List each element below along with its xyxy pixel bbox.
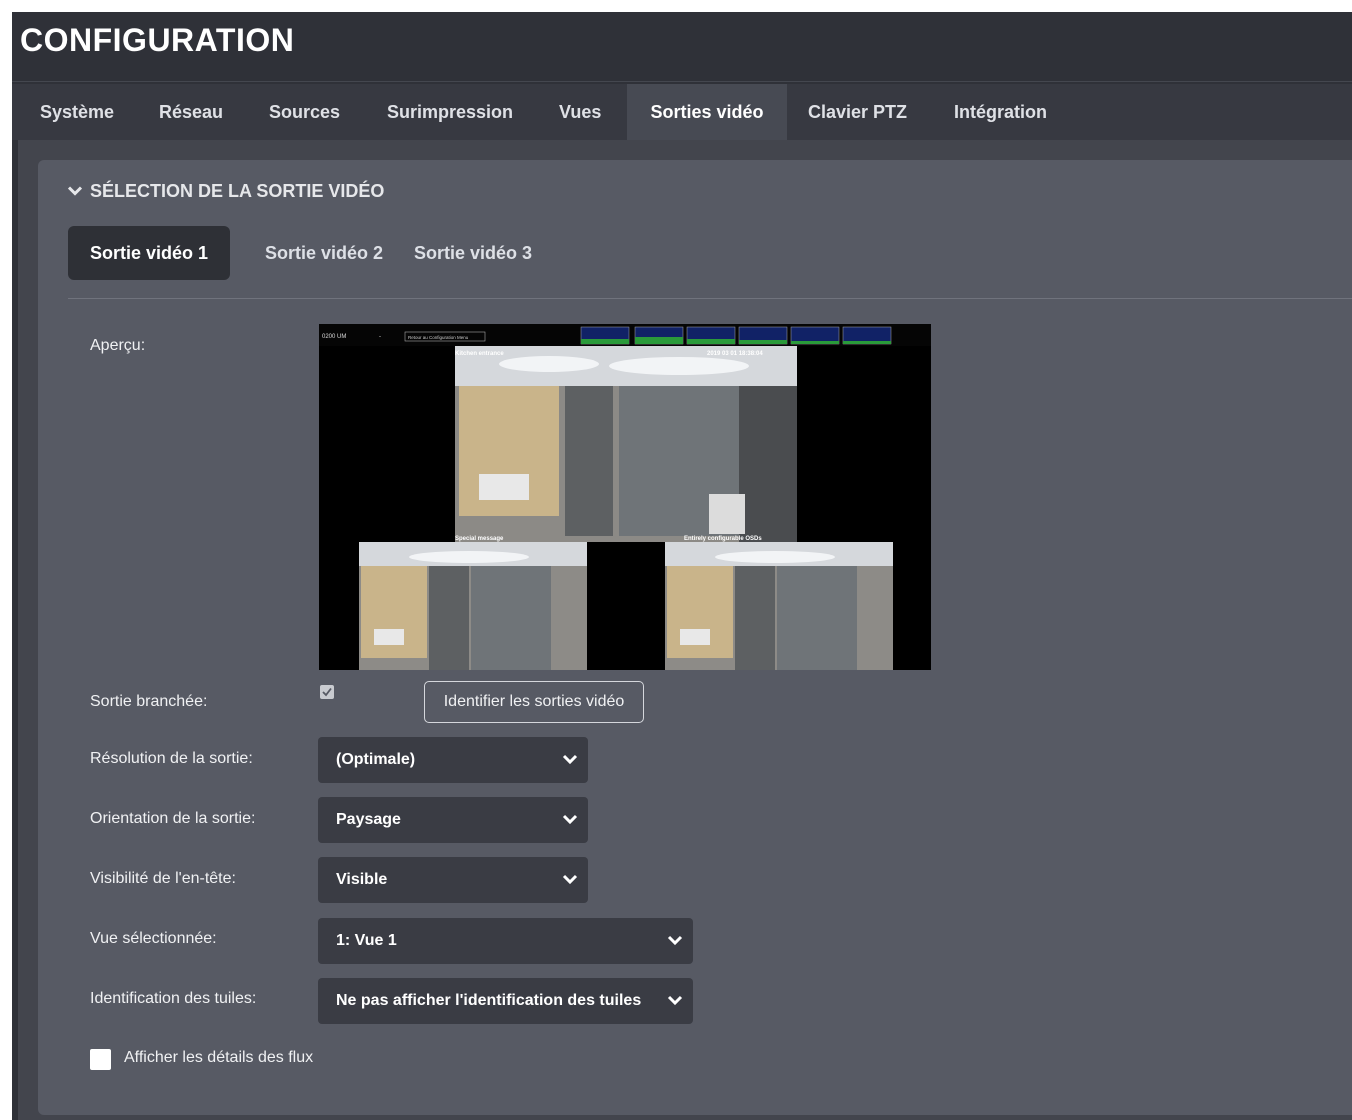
connected-label: Sortie branchée: — [90, 693, 208, 710]
identify-outputs-button[interactable]: Identifier les sorties vidéo — [424, 681, 644, 723]
preview-header-text: 0200 UM — [322, 334, 346, 340]
header-visibility-select[interactable]: Visible — [318, 857, 588, 903]
selected-view-select[interactable]: 1: Vue 1 — [318, 918, 693, 964]
section-title: SÉLECTION DE LA SORTIE VIDÉO — [90, 181, 385, 201]
main-tabs: Système Réseau Sources Surimpression Vue… — [12, 84, 1352, 140]
resolution-select[interactable]: (Optimale) — [318, 737, 588, 783]
tile-identification-value: Ne pas afficher l'identification des tui… — [336, 992, 642, 1009]
preview-tile-main: Kitchen entrance 2019 03 01 18:38:04 — [455, 346, 797, 542]
orientation-select[interactable]: Paysage — [318, 797, 588, 843]
preview-label: Aperçu: — [90, 337, 146, 354]
chevron-down-icon — [667, 935, 683, 946]
app-window: CONFIGURATION Système Réseau Sources Sur… — [12, 12, 1352, 1120]
tab-vues[interactable]: Vues — [559, 84, 601, 140]
preview-menu-button: Retour au Configuration Menu — [408, 335, 469, 340]
divider — [68, 298, 1352, 299]
tab-sources[interactable]: Sources — [269, 84, 340, 140]
tab-sorties-video[interactable]: Sorties vidéo — [627, 84, 787, 140]
preview-tile-bottom-left: Special message — [319, 536, 587, 670]
selected-view-value: 1: Vue 1 — [336, 932, 397, 949]
subtab-sortie-video-3[interactable]: Sortie vidéo 3 — [414, 226, 532, 280]
page-title: CONFIGURATION — [20, 22, 295, 58]
tile-label-osd: Entirely configurable OSDs — [684, 536, 762, 542]
tab-systeme[interactable]: Système — [40, 84, 114, 140]
resolution-label: Résolution de la sortie: — [90, 750, 253, 767]
main-content: SÉLECTION DE LA SORTIE VIDÉO Sortie vidé… — [18, 140, 1352, 1120]
chevron-down-icon — [562, 874, 578, 885]
video-preview-image: 0200 UM - Retour au Configuration Menu K… — [319, 324, 931, 670]
tab-integration[interactable]: Intégration — [954, 84, 1047, 140]
stream-details-checkbox[interactable] — [90, 1049, 111, 1070]
tile-label-kitchen: Kitchen entrance — [455, 351, 504, 357]
preview-dash: - — [379, 334, 381, 340]
chevron-down-icon — [68, 186, 82, 196]
stream-details-label: Afficher les détails des flux — [124, 1049, 314, 1066]
chevron-down-icon — [667, 995, 683, 1006]
video-output-panel: SÉLECTION DE LA SORTIE VIDÉO Sortie vidé… — [38, 160, 1352, 1115]
chevron-down-icon — [562, 814, 578, 825]
selected-view-label: Vue sélectionnée: — [90, 930, 217, 947]
title-bar: CONFIGURATION — [12, 12, 1352, 82]
connected-checkbox[interactable] — [320, 685, 334, 699]
resolution-value: (Optimale) — [336, 751, 416, 768]
tile-label-special: Special message — [455, 536, 504, 542]
chevron-down-icon — [562, 754, 578, 765]
tile-identification-select[interactable]: Ne pas afficher l'identification des tui… — [318, 978, 693, 1024]
tile-timestamp: 2019 03 01 18:38:04 — [707, 351, 763, 357]
tab-surimpression[interactable]: Surimpression — [387, 84, 513, 140]
subtab-sortie-video-2[interactable]: Sortie vidéo 2 — [265, 226, 383, 280]
tile-identification-label: Identification des tuiles: — [90, 990, 257, 1007]
header-visibility-value: Visible — [336, 871, 388, 888]
video-preview: 0200 UM - Retour au Configuration Menu K… — [319, 324, 931, 670]
subtab-sortie-video-1[interactable]: Sortie vidéo 1 — [68, 226, 231, 280]
section-header[interactable]: SÉLECTION DE LA SORTIE VIDÉO — [68, 181, 384, 202]
check-icon — [322, 687, 332, 697]
header-visibility-label: Visibilité de l'en-tête: — [90, 870, 236, 887]
tab-reseau[interactable]: Réseau — [159, 84, 223, 140]
preview-tile-bottom-right: Entirely configurable OSDs — [665, 536, 893, 670]
orientation-label: Orientation de la sortie: — [90, 810, 256, 827]
tab-clavier-ptz[interactable]: Clavier PTZ — [808, 84, 907, 140]
orientation-value: Paysage — [336, 811, 401, 828]
